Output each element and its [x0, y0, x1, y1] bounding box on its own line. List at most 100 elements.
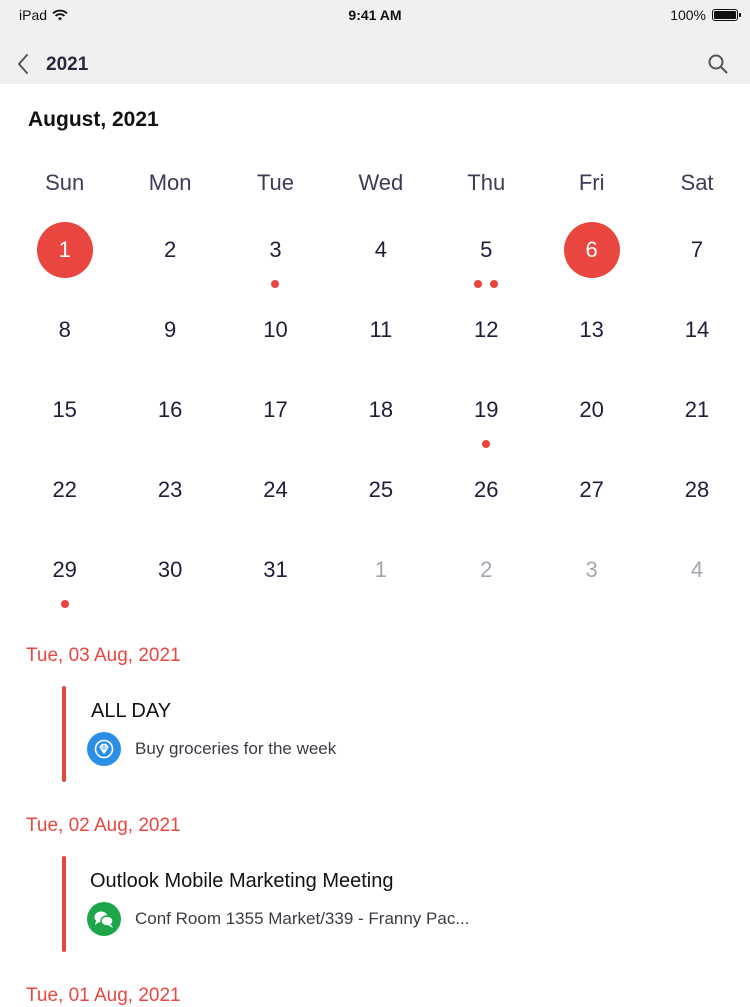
calendar-day[interactable]: 26	[434, 460, 539, 540]
nav-title: 2021	[46, 54, 89, 75]
status-left: iPad	[19, 7, 68, 23]
weekday-label: Sun	[45, 170, 85, 195]
day-number: 4	[690, 557, 704, 582]
day-number: 2	[163, 237, 177, 262]
event-dot	[271, 280, 280, 288]
calendar-day[interactable]: 22	[12, 460, 117, 540]
weekday-label: Mon	[148, 170, 192, 195]
calendar-day[interactable]: 27	[539, 460, 644, 540]
day-number: 11	[369, 317, 393, 342]
day-number: 14	[684, 317, 710, 342]
agenda-date-header: Tue, 02 Aug, 2021	[26, 815, 181, 836]
calendar-day[interactable]: 17	[223, 380, 328, 460]
weekday-row: Sun Mon Tue Wed Thu Fri Sat	[12, 170, 750, 196]
day-number: 4	[374, 237, 387, 262]
calendar-day[interactable]: 5	[434, 220, 539, 300]
search-icon	[708, 54, 728, 74]
event-card[interactable]: Outlook Mobile Marketing Meeting Conf Ro…	[62, 856, 742, 954]
calendar-week: 8 9 10 11 12 13 14	[12, 300, 750, 380]
calendar-day[interactable]: 21	[644, 380, 749, 460]
calendar-day[interactable]: 9	[117, 300, 222, 380]
calendar-day-next-month[interactable]: 1	[328, 540, 433, 620]
calendar-day-next-month[interactable]: 2	[434, 540, 539, 620]
day-number: 6	[585, 237, 598, 262]
day-number: 5	[480, 237, 493, 262]
calendar-day[interactable]: 30	[117, 540, 222, 620]
calendar-week: 22 23 24 25 26 27 28	[12, 460, 750, 540]
calendar-day[interactable]: 8	[12, 300, 117, 380]
calendar-day[interactable]: 1	[12, 220, 117, 300]
calendar-grid: 1 2 3 4 5 6 7 8 9 10 11 12 13 14 15 16 1…	[12, 220, 750, 620]
calendar-day[interactable]: 12	[434, 300, 539, 380]
month-title: August, 2021	[28, 108, 159, 131]
day-number: 25	[368, 477, 394, 502]
calendar-day-next-month[interactable]: 3	[539, 540, 644, 620]
day-number: 10	[263, 317, 288, 342]
search-button[interactable]	[708, 54, 730, 76]
weekday-label: Fri	[578, 170, 605, 195]
day-number: 27	[579, 477, 604, 502]
chat-bubbles-icon	[87, 902, 121, 936]
day-number: 24	[263, 477, 288, 502]
day-number: 16	[157, 397, 183, 422]
calendar-day[interactable]: 14	[644, 300, 749, 380]
calendar-day[interactable]: 10	[223, 300, 328, 380]
calendar-day[interactable]: 16	[117, 380, 222, 460]
weekday-label: Tue	[256, 170, 295, 195]
day-number: 29	[52, 557, 77, 582]
agenda-date-header: Tue, 01 Aug, 2021	[26, 985, 181, 1006]
day-number: 3	[269, 237, 282, 262]
nav-bar: 2021	[0, 30, 750, 84]
event-title: Outlook Mobile Marketing Meeting	[90, 870, 394, 892]
day-number: 22	[52, 477, 77, 502]
calendar-day[interactable]: 7	[644, 220, 749, 300]
weekday-label: Thu	[467, 170, 506, 195]
day-number: 26	[474, 477, 499, 502]
calendar-day-next-month[interactable]: 4	[644, 540, 749, 620]
day-number: 20	[579, 397, 604, 422]
event-card[interactable]: ALL DAY Buy groceries for the week	[62, 686, 742, 784]
calendar-day[interactable]: 13	[539, 300, 644, 380]
chevron-left-icon	[18, 54, 28, 74]
calendar-day[interactable]: 6	[539, 220, 644, 300]
weekday-label: Wed	[358, 170, 404, 195]
day-number: 18	[368, 397, 394, 422]
event-detail: Buy groceries for the week	[135, 739, 337, 758]
calendar-day[interactable]: 23	[117, 460, 222, 540]
calendar-day[interactable]: 24	[223, 460, 328, 540]
day-number: 19	[474, 397, 499, 422]
day-number: 2	[480, 557, 493, 582]
day-number: 21	[684, 397, 710, 422]
battery-icon	[712, 9, 741, 21]
weekday-label: Sat	[680, 170, 714, 195]
calendar-day[interactable]: 28	[644, 460, 749, 540]
calendar-day[interactable]: 31	[223, 540, 328, 620]
event-dot	[60, 600, 69, 608]
calendar-day[interactable]: 19	[434, 380, 539, 460]
calendar-week: 1 2 3 4 5 6 7	[12, 220, 750, 300]
event-detail: Conf Room 1355 Market/339 - Franny Pac..…	[135, 909, 470, 928]
day-number: 1	[58, 237, 71, 262]
calendar-day[interactable]: 25	[328, 460, 433, 540]
calendar-day[interactable]: 3	[223, 220, 328, 300]
calendar-day[interactable]: 15	[12, 380, 117, 460]
day-number: 13	[579, 317, 604, 342]
event-detail-row: Conf Room 1355 Market/339 - Franny Pac..…	[87, 902, 470, 936]
back-button[interactable]	[12, 52, 34, 76]
status-right: 100%	[670, 7, 741, 23]
wifi-icon	[52, 9, 68, 21]
day-number: 30	[157, 557, 183, 582]
calendar-day[interactable]: 4	[328, 220, 433, 300]
calendar-day[interactable]: 18	[328, 380, 433, 460]
calendar-day[interactable]: 29	[12, 540, 117, 620]
calendar-day[interactable]: 20	[539, 380, 644, 460]
status-bar: iPad 9:41 AM 100%	[0, 0, 750, 30]
day-number: 3	[585, 557, 598, 582]
day-number: 15	[52, 397, 77, 422]
calendar-day[interactable]: 2	[117, 220, 222, 300]
calendar-day[interactable]: 11	[328, 300, 433, 380]
day-number: 7	[690, 237, 704, 262]
day-number: 17	[263, 397, 288, 422]
device-label: iPad	[19, 7, 48, 23]
status-time: 9:41 AM	[348, 7, 402, 23]
